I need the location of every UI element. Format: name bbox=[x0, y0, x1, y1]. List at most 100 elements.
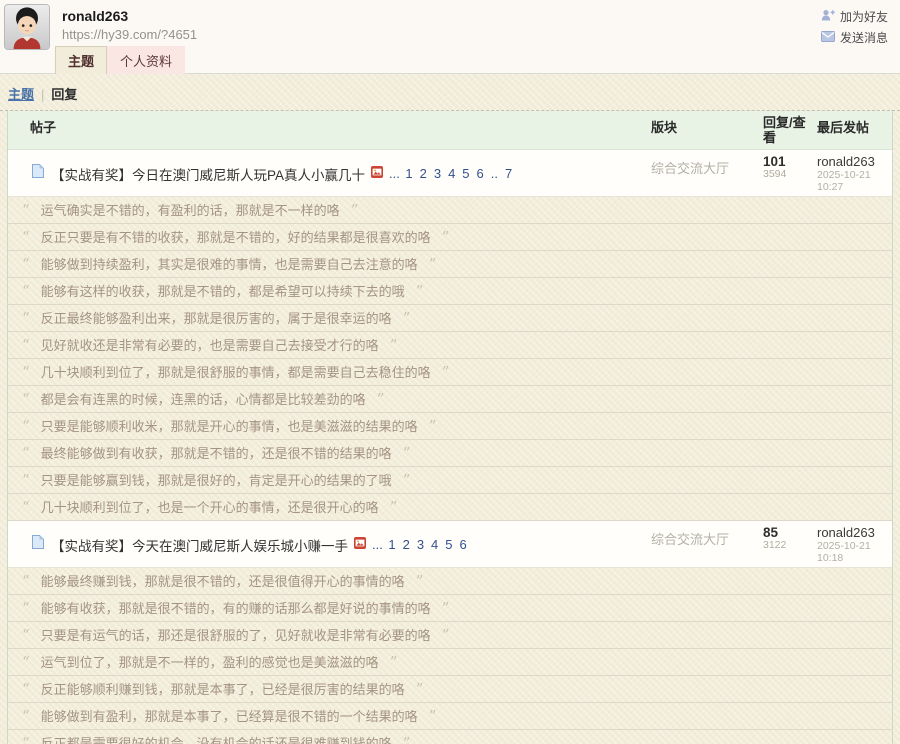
page-link[interactable]: 1 bbox=[405, 166, 412, 181]
quote-text: 反正都是需要很好的机会，没有机会的话还是很难赚到钱的咯 bbox=[41, 736, 392, 744]
quote-text: 只要是能够赢到钱，那就是很好的，肯定是开心的结果的了哦 bbox=[41, 473, 392, 488]
page-link[interactable]: 1 bbox=[388, 537, 395, 552]
open-quote-mark: “ bbox=[22, 336, 30, 354]
last-post-time: 2025-10-21 10:18 bbox=[817, 540, 893, 564]
close-quote-mark: ” bbox=[403, 444, 411, 462]
page-link[interactable]: 3 bbox=[434, 166, 441, 181]
close-quote-mark: ” bbox=[351, 201, 359, 219]
quote-text: 都是会有连黑的时候，连黑的话，心情都是比较差劲的咯 bbox=[41, 392, 366, 407]
thread-ellipsis: ... bbox=[389, 166, 400, 181]
quote-text: 能够有这样的收获，那就是不错的，都是希望可以持续下去的哦 bbox=[41, 284, 405, 299]
page-link[interactable]: 6 bbox=[477, 166, 484, 181]
thread-title[interactable]: 【实战有奖】今日在澳门威尼斯人玩PA真人小赢几十 bbox=[51, 164, 365, 184]
thread-table: 帖子 版块 回复/查看 最后发帖 【实战有奖】今日在澳门威尼斯人玩PA真人小赢几… bbox=[7, 111, 893, 744]
open-quote-mark: “ bbox=[22, 363, 30, 381]
page-link[interactable]: 7 bbox=[505, 166, 512, 181]
add-friend-icon bbox=[821, 9, 835, 24]
quote-text: 反正能够顺利赚到钱，那就是本事了，已经是很厉害的结果的咯 bbox=[41, 682, 405, 697]
add-friend-button[interactable]: 加为好友 bbox=[821, 6, 888, 27]
send-message-button[interactable]: 发送消息 bbox=[821, 27, 888, 48]
open-quote-mark: “ bbox=[22, 282, 30, 300]
thread-replies-views-cell: 85 3122 bbox=[749, 526, 809, 564]
reply-quote-row[interactable]: “能够做到有盈利，那就是本事了，已经算是很不错的一个结果的咯” bbox=[8, 703, 892, 730]
reply-quote-row[interactable]: “ 反正能够顺利赚到钱，那就是本事了，已经是很厉害的结果的咯 ” bbox=[8, 676, 892, 703]
reply-quote-row[interactable]: “几十块顺利到位了，那就是很舒服的事情，都是需要自己去稳住的咯” bbox=[8, 359, 892, 386]
last-poster-name[interactable]: ronald263 bbox=[817, 155, 893, 169]
open-quote-mark: “ bbox=[22, 201, 30, 219]
subnav-topics-link[interactable]: 主题 bbox=[8, 87, 34, 102]
tab-profile-info[interactable]: 个人资料 bbox=[107, 46, 185, 74]
open-quote-mark: “ bbox=[22, 707, 30, 725]
thread-title[interactable]: 【实战有奖】今天在澳门威尼斯人娱乐城小赚一手 bbox=[51, 535, 348, 555]
page-link[interactable]: 4 bbox=[431, 537, 438, 552]
thread-reply-count: 101 bbox=[763, 155, 809, 169]
reply-quote-row[interactable]: “反正最终能够盈利出来，那就是很厉害的，属于是很幸运的咯” bbox=[8, 305, 892, 332]
subnav-separator: | bbox=[41, 87, 44, 102]
document-icon bbox=[32, 535, 44, 554]
close-quote-mark: ” bbox=[442, 599, 450, 617]
quote-text: 运气到位了，那就是不一样的，盈利的感觉也是美滋滋的咯 bbox=[41, 655, 379, 670]
close-quote-mark: ” bbox=[377, 390, 385, 408]
thread-row: 【实战有奖】今日在澳门威尼斯人玩PA真人小赢几十 ... 123456.. 7 综… bbox=[8, 150, 892, 197]
page-link[interactable]: 5 bbox=[462, 166, 469, 181]
quote-text: 几十块顺利到位了，也是一个开心的事情，还是很开心的咯 bbox=[41, 500, 379, 515]
thread-ellipsis: ... bbox=[372, 537, 383, 552]
subnav-replies-label[interactable]: 回复 bbox=[51, 87, 77, 102]
reply-quote-row[interactable]: “只要是能够顺利收米，那就是开心的事情，也是美滋滋的结果的咯” bbox=[8, 413, 892, 440]
close-quote-mark: ” bbox=[429, 255, 437, 273]
open-quote-mark: “ bbox=[22, 680, 30, 698]
table-header-row: 帖子 版块 回复/查看 最后发帖 bbox=[8, 111, 892, 150]
close-quote-mark: ” bbox=[390, 653, 398, 671]
open-quote-mark: “ bbox=[22, 228, 30, 246]
close-quote-mark: ” bbox=[416, 572, 424, 590]
reply-quote-row[interactable]: “几十块顺利到位了，也是一个开心的事情，还是很开心的咯” bbox=[8, 494, 892, 521]
reply-quote-row[interactable]: “运气确实是不错的，有盈利的话，那就是不一样的咯” bbox=[8, 197, 892, 224]
thread-pages: 123456.. 7 bbox=[402, 165, 516, 183]
reply-quote-row[interactable]: “见好就收还是非常有必要的，也是需要自己去接受才行的咯” bbox=[8, 332, 892, 359]
thread-forum[interactable]: 综合交流大厅 bbox=[636, 526, 749, 564]
page-link[interactable]: 2 bbox=[403, 537, 410, 552]
profile-header: ronald263 https://hy39.com/?4651 加为好友 发送… bbox=[0, 0, 900, 74]
reply-quote-row[interactable]: “能够最终赚到钱，那就是很不错的，还是很值得开心的事情的咯” bbox=[8, 568, 892, 595]
page-link[interactable]: 6 bbox=[460, 537, 467, 552]
page-link[interactable]: .. bbox=[491, 166, 498, 181]
page-link[interactable]: 4 bbox=[448, 166, 455, 181]
thread-lastpost-cell: ronald263 2025-10-21 10:18 bbox=[809, 526, 893, 564]
page-link[interactable]: 3 bbox=[417, 537, 424, 552]
reply-quote-row[interactable]: “能够有这样的收获，那就是不错的，都是希望可以持续下去的哦” bbox=[8, 278, 892, 305]
reply-quote-row[interactable]: “能够做到持续盈利，其实是很难的事情，也是需要自己去注意的咯” bbox=[8, 251, 892, 278]
reply-quote-row[interactable]: “ 都是会有连黑的时候，连黑的话，心情都是比较差劲的咯 ” bbox=[8, 386, 892, 413]
close-quote-mark: ” bbox=[403, 734, 411, 744]
close-quote-mark: ” bbox=[442, 363, 450, 381]
quote-text: 能够有收获，那就是很不错的，有的赚的话那么都是好说的事情的咯 bbox=[41, 601, 431, 616]
tab-topics[interactable]: 主题 bbox=[55, 46, 107, 74]
open-quote-mark: “ bbox=[22, 255, 30, 273]
close-quote-mark: ” bbox=[442, 626, 450, 644]
header-replies-views: 回复/查看 bbox=[749, 115, 809, 146]
reply-quote-row[interactable]: “反正都是需要很好的机会，没有机会的话还是很难赚到钱的咯” bbox=[8, 730, 892, 744]
open-quote-mark: “ bbox=[22, 653, 30, 671]
header-post: 帖子 bbox=[8, 115, 636, 146]
reply-quote-row[interactable]: “只要是能够赢到钱，那就是很好的，肯定是开心的结果的了哦” bbox=[8, 467, 892, 494]
open-quote-mark: “ bbox=[22, 390, 30, 408]
attachment-image-icon bbox=[354, 536, 366, 554]
quote-text: 最终能够做到有收获，那就是不错的，还是很不错的结果的咯 bbox=[41, 446, 392, 461]
last-poster-name[interactable]: ronald263 bbox=[817, 526, 893, 540]
open-quote-mark: “ bbox=[22, 471, 30, 489]
profile-username: ronald263 bbox=[62, 8, 128, 24]
thread-reply-count: 85 bbox=[763, 526, 809, 540]
quote-text: 能够做到有盈利，那就是本事了，已经算是很不错的一个结果的咯 bbox=[41, 709, 418, 724]
close-quote-mark: ” bbox=[416, 680, 424, 698]
reply-quote-row[interactable]: “ 运气到位了，那就是不一样的，盈利的感觉也是美滋滋的咯 ” bbox=[8, 649, 892, 676]
reply-quote-row[interactable]: “ 最终能够做到有收获，那就是不错的，还是很不错的结果的咯 ” bbox=[8, 440, 892, 467]
page-link[interactable]: 5 bbox=[445, 537, 452, 552]
reply-quote-row[interactable]: “反正只要是有不错的收获，那就是不错的，好的结果都是很喜欢的咯” bbox=[8, 224, 892, 251]
avatar bbox=[4, 4, 50, 50]
thread-forum[interactable]: 综合交流大厅 bbox=[636, 155, 749, 193]
open-quote-mark: “ bbox=[22, 444, 30, 462]
page-link[interactable]: 2 bbox=[420, 166, 427, 181]
reply-quote-row[interactable]: “只要是有运气的话，那还是很舒服的了，见好就收是非常有必要的咯” bbox=[8, 622, 892, 649]
table-body: 【实战有奖】今日在澳门威尼斯人玩PA真人小赢几十 ... 123456..7 综… bbox=[8, 150, 892, 744]
reply-quote-row[interactable]: “能够有收获，那就是很不错的，有的赚的话那么都是好说的事情的咯” bbox=[8, 595, 892, 622]
open-quote-mark: “ bbox=[22, 626, 30, 644]
